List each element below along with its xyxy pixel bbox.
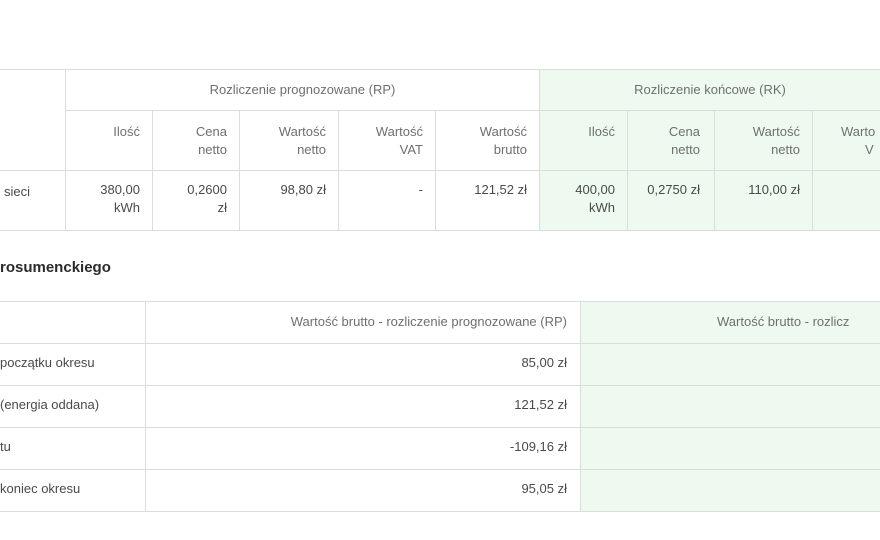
cell-line1: 400,00 bbox=[575, 182, 615, 197]
table-cell bbox=[813, 171, 880, 231]
table-cell: 380,00 kWh bbox=[66, 171, 153, 231]
cell-line2: zł bbox=[217, 200, 227, 215]
column-header-line2: netto bbox=[297, 142, 326, 157]
cell-line1: 0,2750 zł bbox=[647, 182, 700, 197]
table-row-label: (energia oddana) bbox=[0, 386, 146, 428]
table-row-label: koniec okresu bbox=[0, 470, 146, 512]
cell-value: 95,05 zł bbox=[521, 481, 567, 496]
table-cell: 121,52 zł bbox=[436, 171, 540, 231]
row-label-text: (energia oddana) bbox=[0, 397, 100, 412]
row-label-text: początku okresu bbox=[0, 355, 95, 370]
table-cell: 110,00 zł bbox=[715, 171, 813, 231]
cell-line1: - bbox=[418, 182, 423, 197]
table-cell: 0,2750 zł bbox=[628, 171, 715, 231]
column-header-ilosc-rk: Ilość bbox=[540, 111, 628, 171]
cell-line1: 121,52 zł bbox=[474, 182, 527, 197]
table-row-label: sieci bbox=[0, 171, 66, 231]
column-header-cena-netto-rp: Cena netto bbox=[153, 111, 240, 171]
section-title: rosumenckiego bbox=[0, 259, 111, 276]
column-header-line1: Cena bbox=[195, 124, 227, 139]
column-header-line1: Wartość bbox=[752, 124, 800, 139]
column-header-wartosc-vat-rp: Wartość VAT bbox=[339, 111, 436, 171]
row-label-text: koniec okresu bbox=[0, 481, 81, 496]
column-header-wartosc-netto-rk: Wartość netto bbox=[715, 111, 813, 171]
table-cell bbox=[581, 386, 880, 428]
column-header-brutto-rp: Wartość brutto - rozliczenie prognozowan… bbox=[146, 302, 581, 344]
row-label-header bbox=[0, 70, 66, 171]
cell-value: 121,52 zł bbox=[514, 397, 567, 412]
column-header-line2: netto bbox=[198, 142, 227, 157]
row-label-text: tu bbox=[0, 439, 11, 454]
table-cell bbox=[581, 344, 880, 386]
column-header-wartosc-vat-rk: Warto V bbox=[813, 111, 880, 171]
column-header-brutto-rk-label: Wartość brutto - rozlicz bbox=[717, 314, 850, 329]
column-header-brutto-rp-label: Wartość brutto - rozliczenie prognozowan… bbox=[290, 314, 567, 329]
table-row-label: tu bbox=[0, 428, 146, 470]
cell-line1: 110,00 zł bbox=[748, 182, 800, 197]
table-cell: 121,52 zł bbox=[146, 386, 581, 428]
column-header-ilosc-rp: Ilość bbox=[66, 111, 153, 171]
group-header-rp: Rozliczenie prognozowane (RP) bbox=[66, 70, 540, 111]
table-cell bbox=[581, 428, 880, 470]
column-header-line1: Ilość bbox=[113, 124, 140, 139]
column-header-line1: Cena bbox=[668, 124, 700, 139]
cell-line1: 0,2600 bbox=[187, 182, 227, 197]
table-cell: 95,05 zł bbox=[146, 470, 581, 512]
column-header-line1: Wartość bbox=[479, 124, 527, 139]
column-header-line2: brutto bbox=[493, 142, 527, 157]
cell-line1: 98,80 zł bbox=[280, 182, 326, 197]
cell-line1: 380,00 bbox=[100, 182, 140, 197]
column-header-line1: Warto bbox=[841, 124, 876, 139]
column-header-line2: VAT bbox=[399, 142, 423, 157]
column-header-wartosc-netto-rp: Wartość netto bbox=[240, 111, 339, 171]
cell-value: -109,16 zł bbox=[509, 439, 567, 454]
cell-value: 85,00 zł bbox=[521, 355, 567, 370]
column-header-line1: Ilość bbox=[588, 124, 615, 139]
table-cell: 98,80 zł bbox=[240, 171, 339, 231]
column-header-line2: netto bbox=[671, 142, 700, 157]
column-header-brutto-rk: Wartość brutto - rozlicz bbox=[581, 302, 880, 344]
row-label-text: sieci bbox=[4, 184, 31, 199]
group-header-rp-label: Rozliczenie prognozowane (RP) bbox=[209, 82, 396, 97]
group-header-rk-label: Rozliczenie końcowe (RK) bbox=[634, 82, 786, 97]
column-header-line2: V bbox=[865, 142, 874, 157]
column-header-cena-netto-rk: Cena netto bbox=[628, 111, 715, 171]
table-cell: - bbox=[339, 171, 436, 231]
table-cell: 85,00 zł bbox=[146, 344, 581, 386]
cell-line2: kWh bbox=[114, 200, 140, 215]
group-header-rk: Rozliczenie końcowe (RK) bbox=[540, 70, 880, 111]
column-header-line1: Wartość bbox=[375, 124, 423, 139]
table-cell: 400,00 kWh bbox=[540, 171, 628, 231]
column-header-wartosc-brutto-rp: Wartość brutto bbox=[436, 111, 540, 171]
column-header-line2: netto bbox=[771, 142, 800, 157]
row-label-header bbox=[0, 302, 146, 344]
table-cell bbox=[581, 470, 880, 512]
table-row-label: początku okresu bbox=[0, 344, 146, 386]
table-cell: 0,2600 zł bbox=[153, 171, 240, 231]
column-header-line1: Wartość bbox=[278, 124, 326, 139]
cell-line2: kWh bbox=[589, 200, 615, 215]
table-cell: -109,16 zł bbox=[146, 428, 581, 470]
